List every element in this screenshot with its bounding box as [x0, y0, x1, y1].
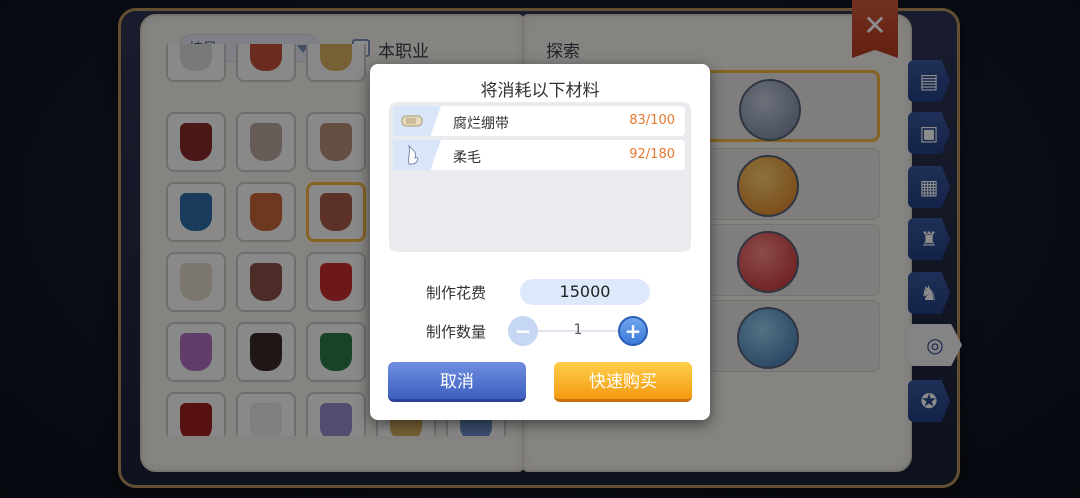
- plus-icon: +: [624, 319, 642, 343]
- cancel-button[interactable]: 取消: [388, 362, 526, 402]
- material-count: 83/100: [629, 113, 675, 128]
- cost-value: 15000: [520, 279, 650, 305]
- quick-buy-button[interactable]: 快速购买: [554, 362, 692, 402]
- material-row: 腐烂绷带 83/100: [393, 106, 685, 136]
- quantity-label: 制作数量: [426, 323, 487, 341]
- cost-label: 制作花费: [426, 284, 487, 302]
- bandage-icon: [393, 106, 441, 136]
- fur-icon: [393, 140, 441, 170]
- craft-confirm-dialog: 将消耗以下材料 腐烂绷带 83/100 柔毛 92/180 制作花费 15000…: [370, 64, 710, 420]
- material-row: 柔毛 92/180: [393, 140, 685, 170]
- quantity-stepper: − 1 +: [508, 316, 648, 346]
- material-name: 腐烂绷带: [453, 116, 509, 132]
- material-count: 92/180: [629, 147, 675, 162]
- dialog-title: 将消耗以下材料: [480, 81, 600, 101]
- increase-button[interactable]: +: [618, 316, 648, 346]
- material-name: 柔毛: [453, 150, 481, 166]
- materials-panel: 腐烂绷带 83/100 柔毛 92/180: [389, 102, 691, 252]
